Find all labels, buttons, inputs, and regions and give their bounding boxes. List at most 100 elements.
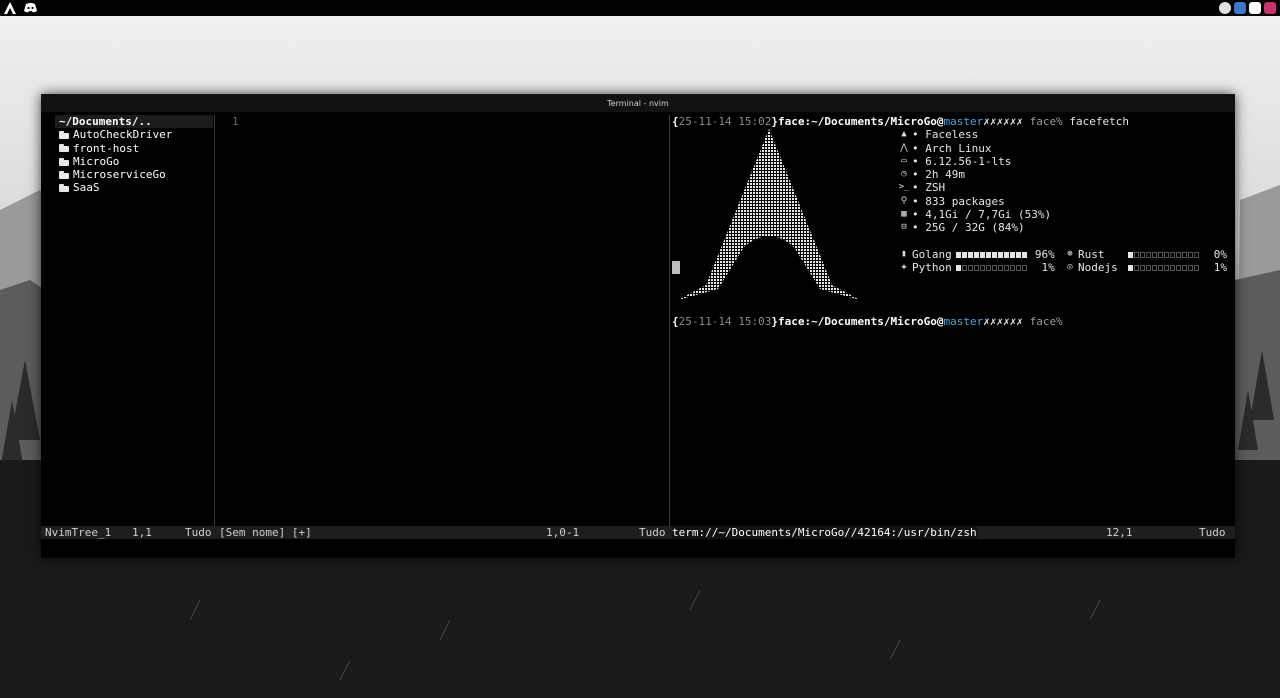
language-name: Rust: [1078, 247, 1105, 261]
info-row: ▦ • 4,1Gi / 7,7Gi (53%): [898, 208, 1228, 221]
tree-root[interactable]: ~/Documents/..: [55, 115, 213, 129]
update-tray-icon[interactable]: [1219, 2, 1231, 14]
bar-segment: [1021, 264, 1027, 271]
bar-segment: [1128, 251, 1133, 258]
bar-segment: [955, 251, 961, 258]
bar-segment: [997, 264, 1003, 271]
language-name: Nodejs: [1078, 261, 1118, 275]
line-number: 1: [232, 115, 239, 128]
bar-segment: [1170, 251, 1175, 258]
tree-folder-label: front-host: [73, 141, 140, 155]
bar-segment: [967, 264, 973, 271]
folder-icon: [59, 184, 69, 193]
window-titlebar[interactable]: Terminal - nvim: [41, 94, 1235, 112]
editor-status-name: [Sem nome] [+]: [219, 526, 312, 539]
network-tray-icon[interactable]: [1234, 2, 1246, 14]
bar-segment: [1015, 264, 1021, 271]
prompt-timestamp: 25-11-14 15:02: [678, 115, 772, 128]
command-text: facefetch: [1069, 115, 1130, 128]
tree-status-pos: 1,1: [132, 526, 152, 539]
tree-folder[interactable]: SaaS: [55, 181, 213, 194]
bar-segment: [1003, 251, 1009, 258]
window-title: Terminal - nvim: [607, 98, 669, 108]
tree-folder-label: MicroserviceGo: [73, 168, 166, 182]
language-row: ✚ Python 1% ◎ Nodejs 1%: [898, 261, 1228, 274]
bar-segment: [1188, 264, 1193, 271]
bar-segment: [955, 264, 961, 271]
term-status-scroll: Tudo: [1199, 526, 1226, 539]
bar-segment: [1140, 264, 1145, 271]
bar-segment: [1146, 264, 1151, 271]
git-dirty-marks: ✗✗✗✗✗✗: [983, 115, 1024, 128]
bar-segment: [1152, 251, 1157, 258]
bar-segment: [1176, 264, 1181, 271]
clock-icon: ◷: [901, 169, 907, 180]
discord-tray-icon[interactable]: [1249, 2, 1261, 14]
bar-segment: [1188, 251, 1193, 258]
app-tray-icon[interactable]: [1264, 2, 1276, 14]
bar-segment: [1009, 264, 1015, 271]
tree-folder[interactable]: MicroserviceGo: [55, 168, 213, 181]
python-icon: ✚: [901, 262, 907, 273]
tree-folder[interactable]: MicroGo: [55, 155, 213, 168]
bar-segment: [1021, 251, 1027, 258]
editor-status-scroll: Tudo: [639, 526, 666, 539]
bar-segment: [991, 251, 997, 258]
bar-segment: [1009, 251, 1015, 258]
bar-segment: [1158, 264, 1163, 271]
bar-segment: [973, 251, 979, 258]
terminal-window[interactable]: Terminal - nvim ~/Documents/.. AutoCheck…: [41, 94, 1235, 558]
split-divider[interactable]: [214, 115, 215, 527]
tree-status-scroll: Tudo: [185, 526, 212, 539]
facefetch-info: ▲ • Faceless ⋀ • Arch Linux ▭ • 6.12.56-1-l…: [898, 128, 1228, 274]
disk-icon: ⊟: [901, 222, 907, 233]
prompt-line: {25-11-14 15:03}face:~/Documents/MicroGo…: [672, 314, 1063, 328]
bar-segment: [1164, 251, 1169, 258]
editor-pane[interactable]: 1: [217, 115, 667, 525]
bar-segment: [1146, 251, 1151, 258]
split-divider[interactable]: [669, 115, 670, 527]
folder-icon: [59, 170, 69, 179]
language-stat: ✚ Python 1%: [898, 261, 1064, 274]
bar-segment: [1152, 264, 1157, 271]
nvim-content[interactable]: ~/Documents/.. AutoCheckDriver front-hos…: [41, 112, 1235, 558]
discord-icon[interactable]: [24, 3, 37, 13]
arch-menu-icon[interactable]: [4, 2, 16, 14]
bar-segment: [1003, 264, 1009, 271]
language-name: Golang: [912, 247, 952, 261]
info-text: • ZSH: [912, 181, 946, 195]
tree-folder[interactable]: front-host: [55, 142, 213, 155]
bar-segment: [1134, 264, 1139, 271]
search-icon: ⚲: [900, 195, 908, 206]
nodejs-icon: ◎: [1067, 262, 1073, 273]
terminal-cursor: [672, 261, 680, 274]
bar-segment: [967, 251, 973, 258]
term-status-name: term://~/Documents/MicroGo//42164:/usr/b…: [672, 526, 977, 540]
info-text: • 833 packages: [912, 194, 1005, 208]
info-text: • Arch Linux: [912, 141, 992, 155]
bar-segment: [1194, 251, 1199, 258]
tree-folder-label: SaaS: [73, 181, 100, 195]
term-status-pos: 12,1: [1106, 526, 1133, 539]
memory-icon: ▦: [901, 209, 907, 220]
bar-segment: [991, 264, 997, 271]
bar-segment: [973, 264, 979, 271]
hat-icon: ▲: [901, 129, 907, 140]
git-branch: master: [943, 314, 984, 328]
terminal-pane[interactable]: {25-11-14 15:02}face:~/Documents/MicroGo…: [672, 115, 1228, 525]
info-text: • Faceless: [912, 128, 979, 142]
language-percent: 96%: [1034, 247, 1055, 261]
folder-icon: [59, 130, 69, 139]
tree-folder[interactable]: AutoCheckDriver: [55, 128, 213, 141]
info-text: • 2h 49m: [912, 168, 965, 182]
folder-icon: [59, 157, 69, 166]
bar-segment: [961, 251, 967, 258]
info-text: • 6.12.56-1-lts: [912, 154, 1012, 168]
info-row: ⋀ • Arch Linux: [898, 142, 1228, 155]
language-stat: ◎ Nodejs 1%: [1064, 261, 1227, 274]
rust-icon: ⊛: [1067, 248, 1073, 259]
prompt-path: face:~/Documents/MicroGo: [777, 115, 937, 128]
language-percent: 0%: [1213, 247, 1227, 261]
editor-status-pos: 1,0-1: [546, 526, 580, 539]
file-tree-pane[interactable]: ~/Documents/.. AutoCheckDriver front-hos…: [55, 115, 213, 525]
